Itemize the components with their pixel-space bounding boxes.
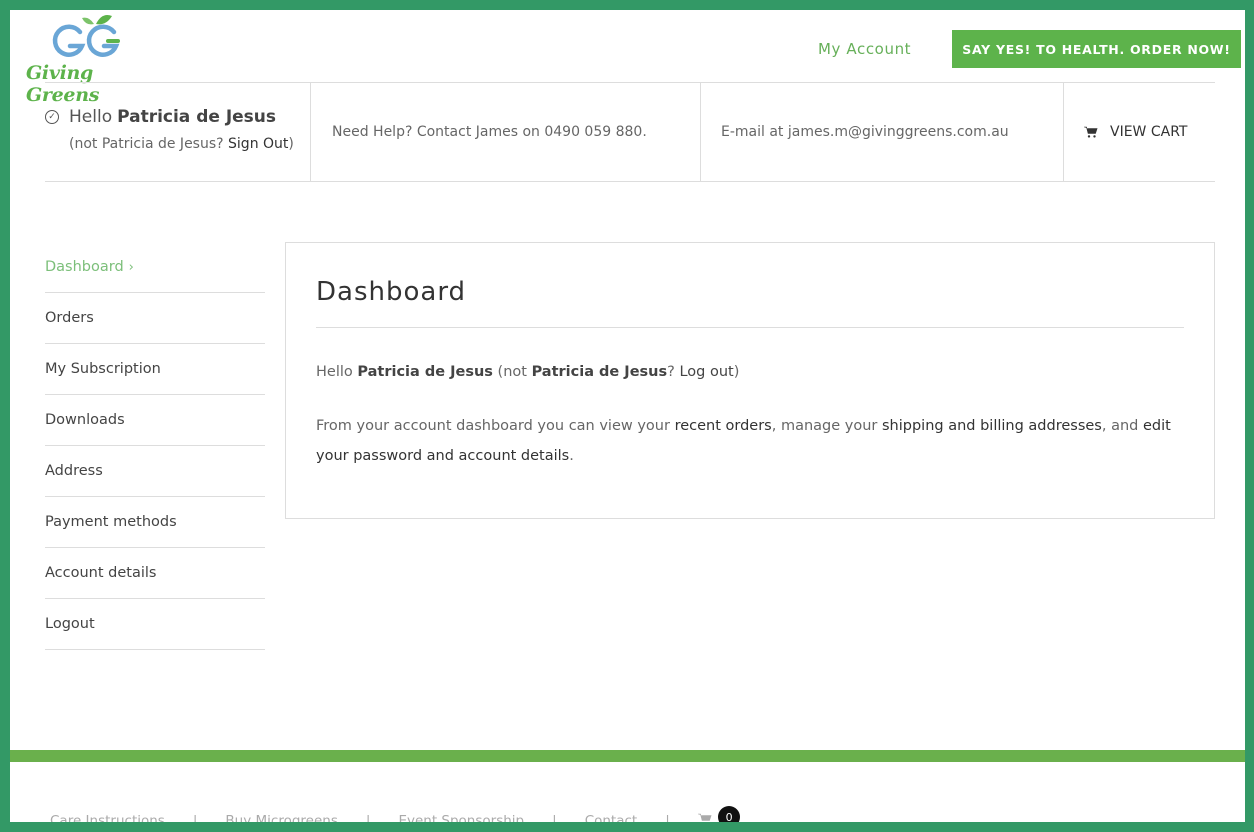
footer-separator: | bbox=[665, 813, 670, 822]
logo-mark-icon bbox=[52, 15, 120, 57]
log-out-link[interactable]: Log out bbox=[679, 364, 733, 380]
nav-item-label: Downloads bbox=[45, 412, 125, 428]
footer-link-buy-microgreens[interactable]: Buy Microgreens bbox=[225, 813, 337, 822]
view-cart-label: VIEW CART bbox=[1110, 124, 1188, 140]
not-user-close: ) bbox=[288, 136, 294, 152]
sign-out-link[interactable]: Sign Out bbox=[228, 136, 288, 152]
nav-item-address[interactable]: Address bbox=[45, 446, 265, 497]
footer-link-contact[interactable]: Contact bbox=[585, 813, 638, 822]
nav-item-my-subscription[interactable]: My Subscription bbox=[45, 344, 265, 395]
footer-cart[interactable]: 0 bbox=[697, 806, 741, 822]
title-divider bbox=[316, 327, 1184, 328]
footer-divider-bar bbox=[10, 750, 1245, 762]
nav-item-label: Address bbox=[45, 463, 103, 479]
cart-icon bbox=[1084, 126, 1098, 138]
help-cell: Need Help? Contact James on 0490 059 880… bbox=[310, 83, 700, 181]
footer-link-event-sponsorship[interactable]: Event Sponsorship bbox=[398, 813, 524, 822]
help-text: Need Help? Contact James on 0490 059 880… bbox=[332, 124, 647, 140]
nav-item-payment-methods[interactable]: Payment methods bbox=[45, 497, 265, 548]
nav-item-downloads[interactable]: Downloads bbox=[45, 395, 265, 446]
cart-count-badge: 0 bbox=[718, 806, 741, 822]
dashboard-description: From your account dashboard you can view… bbox=[316, 411, 1196, 471]
not-user-line: (not Patricia de Jesus? Sign Out) bbox=[69, 136, 310, 152]
nav-item-dashboard[interactable]: Dashboard › bbox=[45, 242, 265, 293]
dashboard-question: ? bbox=[667, 364, 675, 380]
nav-item-label: Account details bbox=[45, 565, 157, 581]
greeting-user-name: Patricia de Jesus bbox=[117, 107, 277, 127]
greeting: ✓ Hello Patricia de Jesus bbox=[45, 107, 310, 127]
dashboard-greeting: Hello Patricia de Jesus (not Patricia de… bbox=[316, 364, 739, 380]
footer-link-care-instructions[interactable]: Care Instructions bbox=[50, 813, 165, 822]
dashboard-user-name-2: Patricia de Jesus bbox=[531, 364, 668, 380]
dashboard-close-paren: ) bbox=[733, 364, 740, 380]
email-cell: E-mail at james.m@givinggreens.com.au bbox=[700, 83, 1063, 181]
desc-part-1: From your account dashboard you can view… bbox=[316, 418, 670, 434]
nav-item-label: Dashboard bbox=[45, 259, 124, 275]
recent-orders-link[interactable]: recent orders bbox=[675, 418, 772, 434]
desc-part-3: , and bbox=[1101, 418, 1139, 434]
dashboard-not-text: (not bbox=[497, 364, 527, 380]
email-text: E-mail at james.m@givinggreens.com.au bbox=[721, 124, 1009, 140]
nav-item-label: Orders bbox=[45, 310, 94, 326]
footer-separator: | bbox=[365, 813, 371, 822]
greeting-hello: Hello bbox=[69, 107, 113, 127]
chevron-right-icon: › bbox=[128, 259, 134, 275]
nav-item-account-details[interactable]: Account details bbox=[45, 548, 265, 599]
account-info-bar: ✓ Hello Patricia de Jesus (not Patricia … bbox=[45, 82, 1215, 182]
view-cart-link[interactable]: VIEW CART bbox=[1063, 83, 1215, 181]
nav-item-logout[interactable]: Logout bbox=[45, 599, 265, 650]
dashboard-hello: Hello bbox=[316, 364, 353, 380]
account-nav: Dashboard › Orders My Subscription Downlo… bbox=[45, 242, 265, 650]
desc-part-4: . bbox=[569, 448, 574, 464]
addresses-link[interactable]: shipping and billing addresses bbox=[882, 418, 1102, 434]
page: Giving Greens My Account SAY YES! TO HEA… bbox=[10, 10, 1245, 822]
check-circle-icon: ✓ bbox=[45, 110, 59, 124]
order-now-button[interactable]: SAY YES! TO HEALTH. ORDER NOW! bbox=[952, 30, 1241, 68]
nav-item-label: Payment methods bbox=[45, 514, 177, 530]
nav-item-label: Logout bbox=[45, 616, 95, 632]
logo[interactable]: Giving Greens bbox=[18, 14, 158, 106]
footer-nav: Care Instructions | Buy Microgreens | Ev… bbox=[50, 806, 741, 822]
dashboard-user-name: Patricia de Jesus bbox=[357, 364, 493, 380]
cart-icon bbox=[697, 813, 712, 822]
my-account-link[interactable]: My Account bbox=[818, 40, 911, 58]
desc-part-2: , manage your bbox=[771, 418, 878, 434]
nav-item-orders[interactable]: Orders bbox=[45, 293, 265, 344]
footer-separator: | bbox=[192, 813, 198, 822]
nav-item-label: My Subscription bbox=[45, 361, 161, 377]
footer-separator: | bbox=[552, 813, 557, 822]
not-user-text: (not Patricia de Jesus? bbox=[69, 136, 224, 152]
greeting-cell: ✓ Hello Patricia de Jesus (not Patricia … bbox=[45, 83, 310, 181]
page-title: Dashboard bbox=[316, 277, 467, 307]
dashboard-card: Dashboard Hello Patricia de Jesus (not P… bbox=[285, 242, 1215, 519]
